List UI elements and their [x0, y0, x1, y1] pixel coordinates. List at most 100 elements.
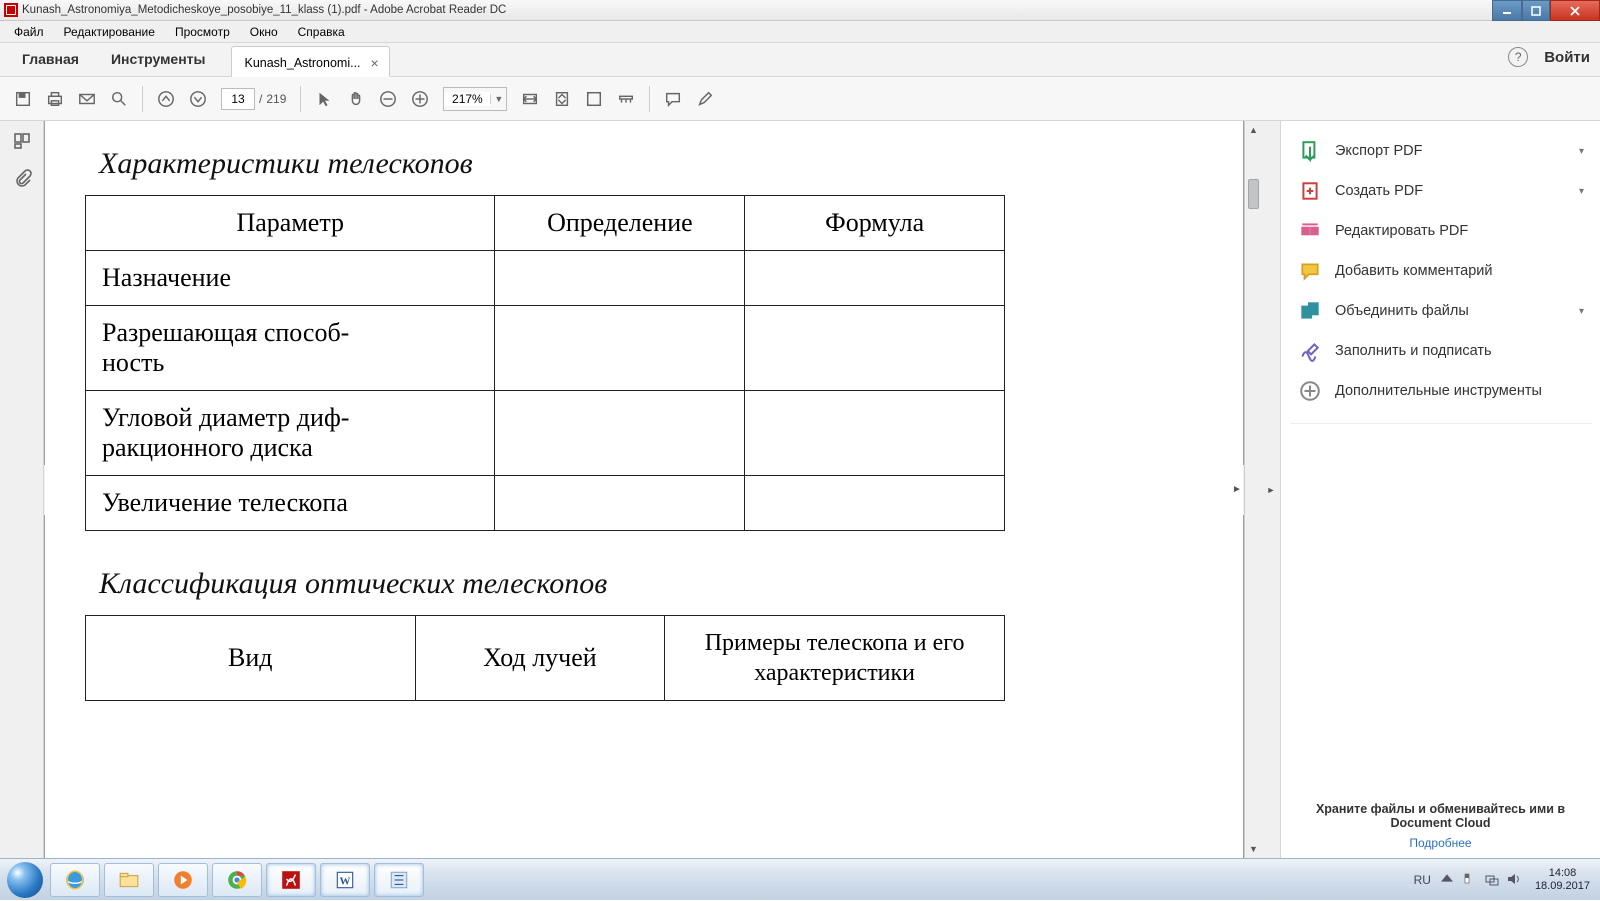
save-icon[interactable]: [8, 84, 38, 114]
tool-add-comment[interactable]: Добавить комментарий: [1291, 251, 1592, 291]
fit-page-icon[interactable]: [547, 84, 577, 114]
tray-show-hidden-icon[interactable]: [1441, 872, 1457, 888]
tool-fill-sign[interactable]: Заполнить и подписать: [1291, 331, 1592, 371]
email-icon[interactable]: [72, 84, 102, 114]
zoom-out-icon[interactable]: [373, 84, 403, 114]
tab-tools[interactable]: Инструменты: [95, 43, 222, 76]
document-area: ◄ Характеристики телескопов Параметр Опр…: [44, 121, 1280, 858]
menu-help[interactable]: Справка: [288, 23, 355, 41]
task-control-panel[interactable]: [374, 863, 424, 897]
selection-tool-icon[interactable]: [309, 84, 339, 114]
tool-label: Экспорт PDF: [1335, 143, 1423, 159]
collapse-panel-icon[interactable]: ►: [1262, 121, 1280, 858]
thumbnails-icon[interactable]: [12, 131, 32, 154]
create-pdf-icon: [1299, 181, 1321, 201]
attachments-icon[interactable]: [12, 168, 32, 191]
tray-volume-icon[interactable]: [1507, 872, 1523, 888]
zoom-level-box[interactable]: ▼: [443, 87, 507, 111]
tool-label: Заполнить и подписать: [1335, 343, 1492, 359]
highlight-icon[interactable]: [690, 84, 720, 114]
page-up-icon[interactable]: [151, 84, 181, 114]
comment-tool-icon: [1299, 261, 1321, 281]
comment-icon[interactable]: [658, 84, 688, 114]
t1-cell: Назначение: [86, 251, 495, 306]
taskbar: W RU 14:08 18.09.2017: [0, 858, 1600, 900]
fullscreen-icon[interactable]: [579, 84, 609, 114]
combine-files-icon: [1299, 301, 1321, 321]
window-maximize-button[interactable]: [1522, 0, 1550, 21]
tray-clock[interactable]: 14:08 18.09.2017: [1529, 867, 1592, 892]
menu-edit[interactable]: Редактирование: [54, 23, 165, 41]
export-pdf-icon: [1299, 141, 1321, 161]
help-icon[interactable]: ?: [1508, 47, 1528, 67]
read-mode-icon[interactable]: [611, 84, 641, 114]
side-rail: [0, 121, 44, 858]
scroll-down-icon[interactable]: ▼: [1245, 840, 1262, 858]
tab-close-icon[interactable]: ×: [371, 55, 379, 71]
window-title: Kunash_Astronomiya_Metodicheskoye_posobi…: [22, 4, 506, 16]
t1-cell: [495, 306, 745, 391]
menu-file[interactable]: Файл: [4, 23, 54, 41]
page-total: 219: [266, 92, 286, 106]
page-number-box: / 219: [215, 88, 292, 110]
tab-home[interactable]: Главная: [6, 43, 95, 76]
task-acrobat[interactable]: [266, 863, 316, 897]
page-down-icon[interactable]: [183, 84, 213, 114]
tool-combine-files[interactable]: Объединить файлы ▾: [1291, 291, 1592, 331]
tool-label: Объединить файлы: [1335, 303, 1469, 319]
search-icon[interactable]: [104, 84, 134, 114]
next-page-arrow[interactable]: ►: [1230, 465, 1244, 515]
scroll-up-icon[interactable]: ▲: [1245, 121, 1262, 139]
vertical-scrollbar[interactable]: ▲ ▼: [1244, 121, 1262, 858]
chevron-down-icon: ▾: [1579, 306, 1584, 317]
task-ie[interactable]: [50, 863, 100, 897]
scroll-track[interactable]: [1245, 139, 1262, 840]
t1-cell: Угловой диаметр диф- ракционного диска: [86, 391, 495, 476]
window-titlebar: Kunash_Astronomiya_Metodicheskoye_posobi…: [0, 0, 1600, 21]
fill-sign-icon: [1299, 341, 1321, 361]
zoom-in-icon[interactable]: [405, 84, 435, 114]
promo-learn-more-link[interactable]: Подробнее: [1291, 836, 1590, 850]
task-chrome[interactable]: [212, 863, 262, 897]
tray-flag-icon[interactable]: [1463, 872, 1479, 888]
task-word[interactable]: W: [320, 863, 370, 897]
tool-edit-pdf[interactable]: Редактировать PDF: [1291, 211, 1592, 251]
task-explorer[interactable]: [104, 863, 154, 897]
start-button[interactable]: [4, 859, 46, 901]
t1-header-def: Определение: [495, 196, 745, 251]
tab-document[interactable]: Kunash_Astronomi... ×: [231, 46, 389, 77]
print-icon[interactable]: [40, 84, 70, 114]
t1-cell: Увеличение телескопа: [86, 476, 495, 531]
window-close-button[interactable]: [1550, 0, 1600, 21]
t1-header-param: Параметр: [86, 196, 495, 251]
signin-button[interactable]: Войти: [1544, 49, 1590, 66]
task-media-player[interactable]: [158, 863, 208, 897]
section1-title: Характеристики телескопов: [99, 147, 1203, 181]
document-viewport[interactable]: ◄ Характеристики телескопов Параметр Опр…: [44, 121, 1244, 858]
t1-cell: [495, 391, 745, 476]
t1-cell: [495, 476, 745, 531]
tool-export-pdf[interactable]: Экспорт PDF ▾: [1291, 131, 1592, 171]
zoom-dropdown-icon[interactable]: ▼: [490, 94, 506, 104]
scroll-thumb[interactable]: [1248, 179, 1259, 209]
toolbar-separator: [142, 86, 143, 112]
tool-more-tools[interactable]: Дополнительные инструменты: [1291, 371, 1592, 411]
t2-header-examples: Примеры телескопа и его характеристики: [665, 616, 1005, 701]
window-minimize-button[interactable]: [1492, 0, 1522, 21]
t1-cell: [745, 391, 1005, 476]
t1-cell: Разрешающая способ- ность: [86, 306, 495, 391]
tray-network-icon[interactable]: [1485, 872, 1501, 888]
fit-width-icon[interactable]: [515, 84, 545, 114]
system-tray: RU 14:08 18.09.2017: [1410, 859, 1596, 901]
chevron-down-icon: ▾: [1579, 146, 1584, 157]
language-indicator[interactable]: RU: [1410, 873, 1435, 887]
tool-label: Добавить комментарий: [1335, 263, 1493, 279]
hand-tool-icon[interactable]: [341, 84, 371, 114]
app-icon: [4, 3, 18, 17]
menu-window[interactable]: Окно: [240, 23, 288, 41]
classification-table: Вид Ход лучей Примеры телескопа и его ха…: [85, 615, 1005, 701]
tool-create-pdf[interactable]: Создать PDF ▾: [1291, 171, 1592, 211]
zoom-level-input[interactable]: [444, 92, 490, 106]
menu-view[interactable]: Просмотр: [165, 23, 240, 41]
page-current-input[interactable]: [221, 88, 255, 110]
